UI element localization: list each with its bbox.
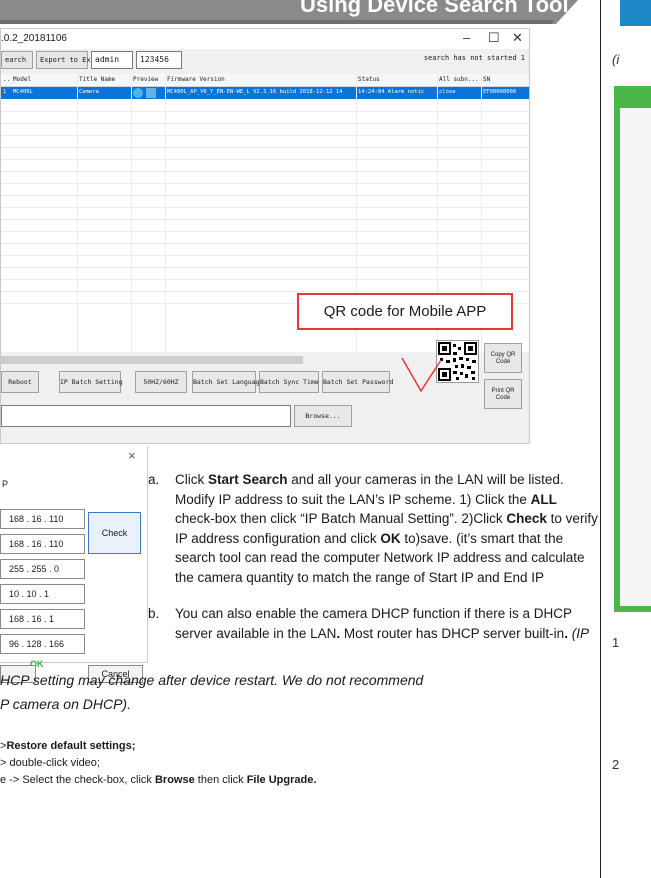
grid-line [1,255,529,256]
check-button[interactable]: Check [88,512,141,554]
grid-line [131,74,132,352]
dhcp-note-line: HCP setting may change after device rest… [0,672,424,688]
grid-line [1,111,529,112]
table-header: .. Model Title Name Preview Firmware Ver… [1,74,529,87]
print-qr-button[interactable]: Print QR Code [484,379,522,409]
grid-line [1,195,529,196]
right-page-number-2: 2 [612,757,620,772]
browse-button[interactable]: Browse... [294,405,352,427]
grid-line [1,291,529,292]
instruction-b-text: You can also enable the camera DHCP func… [175,606,589,641]
right-page-note: (i [612,52,620,67]
step-video: > double-click video; [0,757,100,769]
grid-line [1,183,529,184]
qr-code-icon [438,342,477,381]
dns2-field[interactable]: 96 . 128 . 166 [0,634,85,654]
window-title: .0.2_20181106 [1,33,67,44]
cell-model: MC400L [13,89,33,95]
reboot-button[interactable]: Reboot [1,371,39,393]
ip-settings-dialog: × P 168 . 16 . 110 168 . 16 . 110 255 . … [0,446,148,669]
batch-sync-time-button[interactable]: Batch Sync Time [259,371,319,393]
close-icon[interactable]: ✕ [512,30,523,46]
grid-line [1,123,529,124]
export-excel-button[interactable]: Export to Excel [36,51,103,69]
page-title: Using Device Search Tool [300,0,569,17]
dhcp-note-line: P camera on DHCP). [0,696,131,712]
username-input[interactable]: admin [91,51,133,69]
column-header[interactable]: All subn... [439,76,479,83]
dialog-label: P [2,479,9,489]
grid-line [1,159,529,160]
column-header[interactable]: SN [483,76,490,83]
search-tool-window: .0.2_20181106 – ☐ ✕ earch Export to Exce… [0,28,530,444]
batch-set-language-button[interactable]: Batch Set Language [192,371,263,393]
scrollbar-thumb[interactable] [1,356,303,364]
qr-callout: QR code for Mobile APP [297,293,513,330]
cell-sn: EF00000000 [483,89,517,95]
subnet-mask-field[interactable]: 255 . 255 . 0 [0,559,85,579]
grid-line [1,171,529,172]
instruction-a-marker: a. [148,472,160,487]
qr-code [436,340,479,383]
right-page-screenshot-body [620,108,651,606]
column-header[interactable]: Preview [133,76,158,83]
copy-qr-button[interactable]: Copy QR Code [484,343,522,373]
batch-set-password-button[interactable]: Batch Set Password [322,371,393,393]
cell-index: 1 [3,89,7,95]
grid-line [1,243,529,244]
grid-line [1,219,529,220]
header-banner: Using Device Search Tool [0,0,578,24]
grid-line [1,231,529,232]
step-upgrade: e -> Select the check-box, click Browse … [0,774,317,786]
cell-status: 14:24:04 Alarm notic [358,89,425,95]
maximize-icon[interactable]: ☐ [488,30,500,46]
batch-button-row: Reboot IP Batch Setting 50HZ/60HZ Batch … [1,371,401,393]
step-restore: >Restore default settings; [0,740,136,752]
page-divider [600,0,601,878]
column-header[interactable]: Firmware Version [167,76,225,83]
upgrade-file-input[interactable] [1,405,291,427]
grid-line [1,207,529,208]
right-page-number-1: 1 [612,635,620,650]
grid-line [1,267,529,268]
frequency-button[interactable]: 50HZ/60HZ [135,371,187,393]
grid-line [165,74,166,352]
grid-line [77,74,78,352]
cell-firmware: MC400L_AP_V0_Y_EN-EN-WE_L V2.3.16 build … [167,89,343,95]
minimize-icon[interactable]: – [463,30,470,45]
toolbar: earch Export to Excel admin 123456 searc… [1,51,529,71]
browser-preview-icon[interactable] [133,88,143,98]
cell-title: Camera [79,89,99,95]
start-ip-field[interactable]: 168 . 16 . 110 [0,509,85,529]
player-preview-icon[interactable] [146,88,156,98]
search-button[interactable]: earch [1,51,33,69]
column-header[interactable]: Model [13,76,31,83]
grid-line [1,147,529,148]
cell-subnet: close [439,89,456,95]
column-header[interactable]: Title Name [79,76,115,83]
grid-line [1,279,529,280]
dns1-field[interactable]: 168 . 16 . 1 [0,609,85,629]
dialog-close-icon[interactable]: × [128,448,136,463]
end-ip-field[interactable]: 168 . 16 . 110 [0,534,85,554]
window-titlebar: .0.2_20181106 – ☐ ✕ [1,29,529,49]
column-header[interactable]: Status [358,76,380,83]
ip-batch-setting-button[interactable]: IP Batch Setting [59,371,123,393]
table-row[interactable]: 1 MC400L Camera MC400L_AP_V0_Y_EN-EN-WE_… [1,87,529,99]
instruction-b-marker: b. [148,606,160,621]
search-status: search has not started 1 [423,54,525,62]
instruction-a-text: Click Start Search and all your cameras … [175,472,598,585]
column-header[interactable]: .. [3,76,10,83]
right-page-tab [620,0,651,26]
grid-line [1,135,529,136]
gateway-field[interactable]: 10 . 10 . 1 [0,584,85,604]
password-input[interactable]: 123456 [136,51,182,69]
